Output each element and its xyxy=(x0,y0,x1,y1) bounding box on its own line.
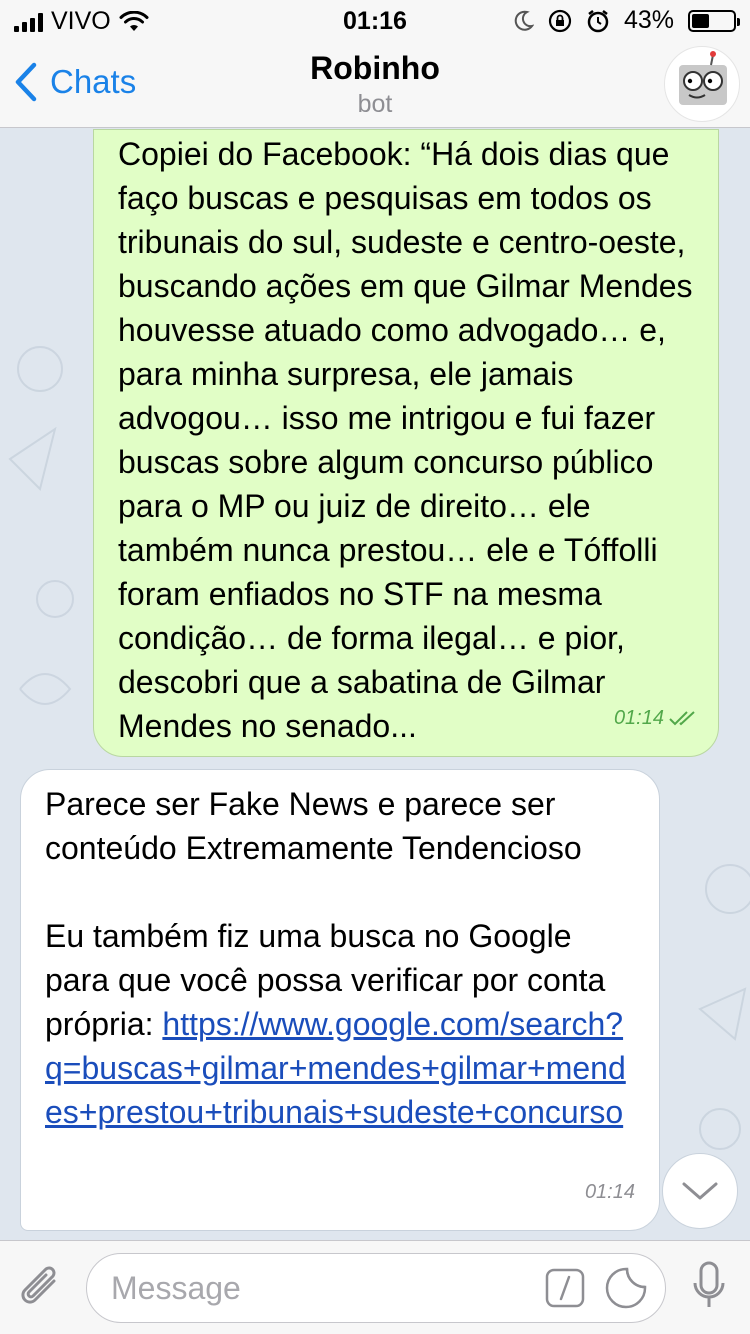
sticker-icon xyxy=(605,1267,647,1309)
status-bar: VIVO 01:16 43% xyxy=(0,0,750,40)
moon-icon xyxy=(514,10,534,31)
alarm-icon xyxy=(587,9,609,32)
chat-subtitle: bot xyxy=(357,90,393,118)
incoming-message-p1: Parece ser Fake News e parece ser conteú… xyxy=(45,786,582,866)
sticker-button[interactable] xyxy=(605,1267,647,1314)
voice-message-button[interactable] xyxy=(692,1261,726,1320)
rotation-lock-icon xyxy=(548,9,572,32)
input-bar xyxy=(0,1240,750,1334)
chevron-down-icon xyxy=(682,1182,718,1200)
chat-title: Robinho xyxy=(310,50,440,86)
incoming-message-text: Parece ser Fake News e parece ser conteú… xyxy=(45,782,639,1134)
message-input[interactable] xyxy=(111,1268,531,1308)
incoming-message-meta: 01:14 xyxy=(585,1170,635,1214)
robot-avatar-icon xyxy=(679,51,727,105)
attach-button[interactable] xyxy=(18,1263,64,1318)
battery-fill xyxy=(692,13,710,28)
incoming-message-time: 01:14 xyxy=(584,1181,635,1203)
message-input-field[interactable] xyxy=(86,1253,666,1323)
outgoing-message-bubble[interactable]: Copiei do Facebook: “Há dois dias que fa… xyxy=(93,129,719,757)
microphone-icon xyxy=(693,1261,725,1307)
outgoing-message-text: Copiei do Facebook: “Há dois dias que fa… xyxy=(118,136,702,744)
outgoing-message-time: 01:14 xyxy=(613,707,664,729)
outgoing-message-meta: 01:14 xyxy=(614,696,698,740)
paperclip-icon xyxy=(21,1266,56,1304)
battery-icon xyxy=(688,9,740,32)
chat-area[interactable]: Copiei do Facebook: “Há dois dias que fa… xyxy=(0,129,750,1240)
scroll-down-button[interactable] xyxy=(662,1153,738,1229)
status-right: 43% xyxy=(514,6,740,35)
battery-percent: 43% xyxy=(623,6,674,34)
avatar[interactable] xyxy=(664,46,740,122)
bot-command-button[interactable] xyxy=(545,1268,585,1313)
bot-command-icon xyxy=(545,1268,585,1308)
nav-bar: Chats Robinho bot xyxy=(0,40,750,128)
incoming-message-bubble[interactable]: Parece ser Fake News e parece ser conteú… xyxy=(20,769,660,1231)
double-check-icon xyxy=(669,711,695,726)
